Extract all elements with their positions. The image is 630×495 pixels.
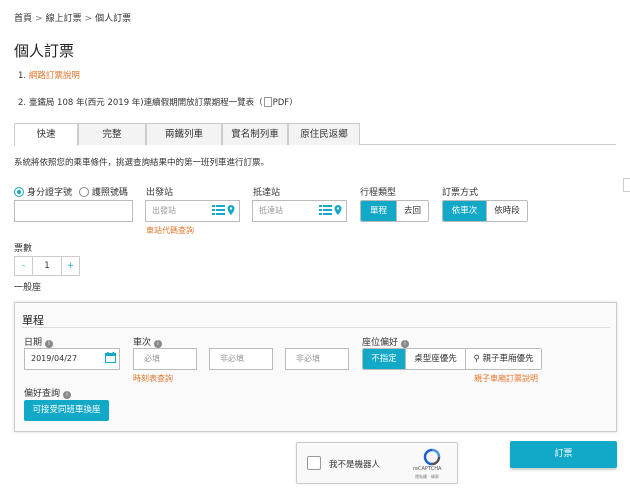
panel-divider [22, 327, 610, 328]
seat-family-car-button[interactable]: ⚲ 親子車廂優先 [465, 349, 541, 369]
ticket-plus-button[interactable]: + [61, 256, 80, 276]
seat-preference-label: 座位偏好 i [362, 335, 410, 348]
seat-preference-group: 不指定 桌型座優先 ⚲ 親子車廂優先 [362, 348, 542, 370]
one-way-button[interactable]: 單程 [361, 201, 396, 221]
id-number-input[interactable] [14, 200, 133, 222]
order-method-label: 訂票方式 [442, 188, 479, 198]
timetable-lookup-link[interactable]: 時刻表查詢 [133, 373, 173, 384]
booking-tabs: 快速 完整 兩鐵列車 實名制列車 原住民返鄉 [14, 123, 616, 146]
note-1-number: 1. [18, 71, 27, 81]
tab-bike-train[interactable]: 兩鐵列車 [146, 123, 222, 145]
from-station-icons[interactable] [212, 204, 236, 219]
station-list-icon[interactable] [319, 204, 343, 216]
passport-radio[interactable] [78, 187, 89, 197]
trip-type-group: 單程 去回 [360, 200, 429, 222]
to-station-label: 抵達站 [253, 188, 281, 198]
date-label: 日期 i [24, 335, 54, 348]
id-type-group: 身分證字號 護照號碼 [14, 185, 128, 198]
train-number-input-1[interactable]: 必填 [133, 348, 197, 370]
breadcrumb-online-booking[interactable]: 線上訂票 [46, 14, 82, 24]
seat-class-label: 一般座 [14, 283, 42, 293]
panel-title: 單程 [22, 314, 44, 327]
info-icon[interactable]: i [401, 340, 410, 348]
booking-guide-link[interactable]: 網路訂票說明 [29, 71, 80, 81]
tab-indigenous-return[interactable]: 原住民返鄉 [288, 123, 360, 145]
round-trip-button[interactable]: 去回 [396, 201, 428, 221]
family-car-guide-link[interactable]: 親子車廂訂票說明 [474, 373, 538, 384]
train-number-input-3[interactable]: 非必填 [285, 348, 349, 370]
instruction-text: 系統將依照您的乘車條件，挑選查詢結果中的第一班列車進行訂票。 [14, 158, 270, 168]
train-number-input-2[interactable]: 非必填 [209, 348, 273, 370]
breadcrumb-separator: > [35, 14, 43, 24]
info-icon[interactable]: i [63, 391, 72, 399]
breadcrumb: 首頁 > 線上訂票 > 個人訂票 [14, 11, 131, 24]
date-value: 2019/04/27 [31, 354, 78, 363]
date-label-text: 日期 [24, 338, 43, 348]
accept-seat-change-button[interactable]: 可接受同班車換座 [24, 400, 109, 421]
tab-quick[interactable]: 快速 [14, 123, 78, 146]
to-station-icons[interactable] [319, 204, 343, 219]
tab-real-name-train[interactable]: 實名制列車 [222, 123, 288, 145]
from-station-label: 出發站 [146, 188, 174, 198]
id-card-radio[interactable] [14, 187, 24, 197]
ticket-minus-button[interactable]: - [14, 256, 33, 276]
pdf-icon[interactable] [263, 97, 272, 107]
passport-label[interactable]: 護照號碼 [92, 188, 128, 198]
id-card-label[interactable]: 身分證字號 [27, 188, 72, 198]
tab-complete[interactable]: 完整 [78, 123, 146, 145]
recaptcha-logo-icon [423, 448, 441, 466]
page-title: 個人訂票 [14, 42, 75, 60]
from-station-placeholder: 出發站 [152, 206, 176, 215]
by-time-button[interactable]: 依時段 [486, 201, 527, 221]
preference-query-label: 偏好查詢 i [24, 386, 72, 399]
ticket-count-value[interactable]: 1 [33, 256, 61, 276]
train-number-label: 車次 i [133, 335, 163, 348]
ticket-count-label: 票數 [14, 244, 33, 254]
info-icon[interactable]: i [45, 340, 54, 348]
note-1: 1. 網路訂票說明 [18, 69, 80, 81]
ticket-count-stepper: - 1 + [14, 256, 80, 276]
note-2-number: 2. [18, 98, 27, 108]
breadcrumb-separator: > [84, 14, 93, 24]
to-station-placeholder: 抵達站 [259, 206, 283, 215]
by-train-number-button[interactable]: 依車次 [443, 201, 486, 221]
recaptcha-terms-link[interactable]: 隱私權 - 條款 [415, 474, 439, 480]
family-icon: ⚲ [473, 354, 480, 364]
recaptcha-label: 我不是機器人 [329, 460, 381, 470]
seat-no-preference-button[interactable]: 不指定 [363, 349, 405, 369]
seat-preference-label-text: 座位偏好 [362, 338, 399, 348]
recaptcha-checkbox[interactable] [307, 456, 321, 470]
side-tab-handle[interactable] [623, 178, 630, 192]
train-number-2-placeholder: 非必填 [220, 354, 244, 363]
train-number-3-placeholder: 非必填 [296, 354, 320, 363]
trip-type-label: 行程類型 [360, 188, 397, 198]
calendar-icon[interactable] [105, 352, 116, 366]
pdf-link[interactable]: PDF [273, 98, 290, 108]
breadcrumb-home[interactable]: 首頁 [14, 14, 32, 24]
station-code-lookup-link[interactable]: 車站代碼查詢 [146, 225, 194, 236]
submit-booking-button[interactable]: 訂票 [510, 441, 617, 468]
recaptcha-brand: reCAPTCHA [413, 466, 442, 472]
breadcrumb-current: 個人訂票 [95, 14, 132, 24]
station-list-icon[interactable] [212, 204, 236, 216]
seat-family-car-label: 親子車廂優先 [482, 354, 534, 364]
info-icon[interactable]: i [154, 340, 163, 348]
note-2: 2. 臺鐵局 108 年(西元 2019 年)連續假期開放訂票期程一覽表（ PDF… [18, 96, 298, 108]
train-number-label-text: 車次 [133, 338, 152, 348]
recaptcha-widget: 我不是機器人 reCAPTCHA 隱私權 - 條款 [296, 442, 458, 484]
train-number-1-placeholder: 必填 [144, 354, 160, 363]
seat-table-first-button[interactable]: 桌型座優先 [405, 349, 465, 369]
order-method-group: 依車次 依時段 [442, 200, 528, 222]
holiday-schedule-text: 臺鐵局 108 年(西元 2019 年)連續假期開放訂票期程一覽表（ [28, 98, 263, 108]
note-2-close: ） [289, 98, 298, 108]
preference-query-label-text: 偏好查詢 [24, 389, 61, 399]
